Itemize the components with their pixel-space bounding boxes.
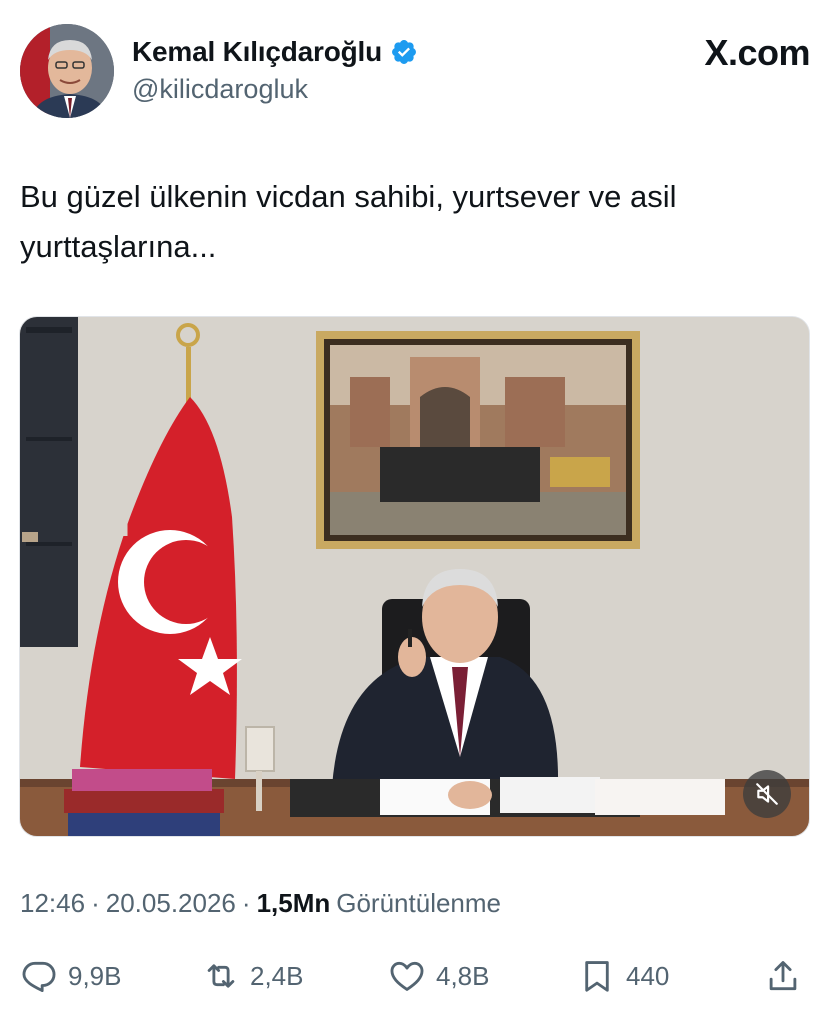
video-player[interactable]	[19, 316, 810, 837]
site-label: X.com	[704, 32, 810, 73]
repost-count: 2,4B	[250, 960, 304, 991]
tweet-date[interactable]: 20.05.2026	[106, 888, 236, 919]
share-button[interactable]	[764, 950, 802, 1002]
meta-separator: ·	[91, 888, 100, 918]
tweet-time[interactable]: 12:46	[20, 888, 85, 919]
like-count: 4,8B	[436, 960, 490, 991]
video-frame	[20, 317, 809, 836]
bookmark-count: 440	[626, 960, 670, 991]
mute-toggle-button[interactable]	[743, 770, 791, 818]
bookmark-icon	[585, 961, 609, 992]
author-name[interactable]: Kemal Kılıçdaroğlu	[132, 36, 382, 68]
heart-icon	[390, 961, 424, 991]
author-info: Kemal Kılıçdaroğlu @kilicdarogluk	[132, 36, 418, 105]
meta-separator: ·	[241, 888, 251, 918]
views-count: 1,5Mn	[256, 888, 331, 918]
share-icon	[769, 961, 797, 991]
bookmark-button[interactable]: 440	[578, 950, 669, 1002]
reply-icon	[22, 961, 56, 992]
repost-icon	[207, 964, 235, 988]
author-handle[interactable]: @kilicdarogluk	[132, 74, 418, 105]
verified-badge-icon	[392, 40, 416, 64]
avatar[interactable]	[20, 24, 114, 118]
reply-count: 9,9B	[68, 960, 122, 991]
tweet-text: Bu güzel ülkenin vicdan sahibi, yurtseve…	[20, 179, 677, 264]
reply-button[interactable]: 9,9B	[20, 950, 122, 1002]
like-button[interactable]: 4,8B	[388, 950, 490, 1002]
views-label: Görüntülenme	[336, 888, 502, 918]
tweet-header: Kemal Kılıçdaroğlu @kilicdarogluk X.com	[20, 22, 810, 122]
muted-speaker-icon	[756, 783, 778, 805]
tweet-meta: 12:46 · 20.05.2026 · 1,5Mn Görüntülenme	[20, 888, 501, 919]
tweet-actions: 9,9B 2,4B 4,8B 440	[20, 950, 810, 1002]
repost-button[interactable]: 2,4B	[202, 950, 304, 1002]
